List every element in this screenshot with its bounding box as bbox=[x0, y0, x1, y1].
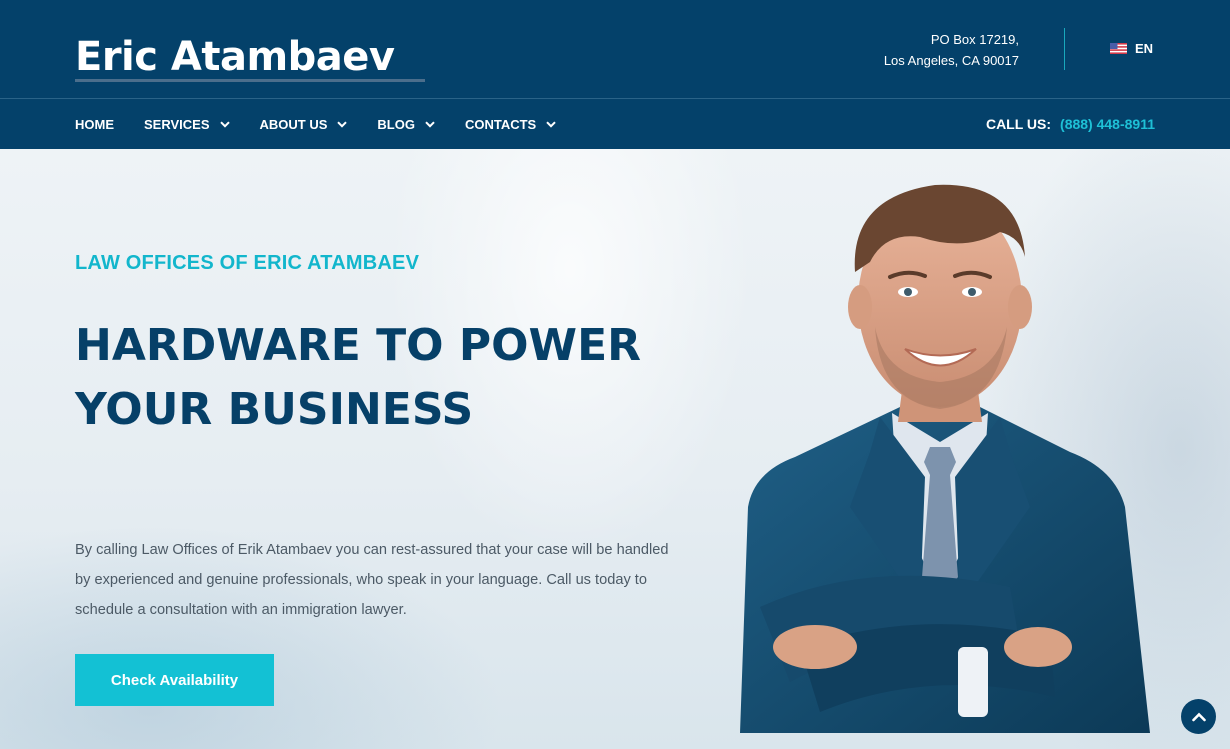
nav-item-label: BLOG bbox=[377, 116, 415, 132]
chevron-down-icon bbox=[219, 120, 230, 128]
main-nav: HOME SERVICES ABOUT US BLOG CONTACTS bbox=[75, 99, 586, 149]
chevron-up-icon bbox=[1191, 712, 1206, 721]
phone-link[interactable]: (888) 448-8911 bbox=[1060, 116, 1155, 132]
check-availability-button[interactable]: Check Availability bbox=[75, 654, 274, 706]
hero-title: HARDWARE TO POWER YOUR BUSINESS bbox=[75, 314, 695, 442]
hero-description: By calling Law Offices of Erik Atambaev … bbox=[75, 542, 669, 618]
address-line-1: PO Box 17219, bbox=[930, 32, 1019, 47]
call-us-label: CALL US: bbox=[985, 116, 1052, 132]
site-logo[interactable]: Eric Atambaev bbox=[75, 32, 395, 82]
lawyer-portrait bbox=[740, 184, 1150, 733]
language-selector[interactable]: EN bbox=[1110, 41, 1153, 56]
scroll-to-top-button[interactable] bbox=[1181, 699, 1216, 734]
nav-item-label: HOME bbox=[75, 116, 114, 132]
nav-item-label: CONTACTS bbox=[464, 116, 537, 132]
call-us: CALL US: (888) 448-8911 bbox=[986, 99, 1155, 149]
site-header: Eric Atambaev PO Box 17219, Los Angeles,… bbox=[0, 0, 1230, 149]
top-bar: Eric Atambaev PO Box 17219, Los Angeles,… bbox=[0, 0, 1230, 99]
nav-item-services[interactable]: SERVICES bbox=[144, 117, 230, 132]
nav-item-label: SERVICES bbox=[144, 116, 210, 132]
logo-underline bbox=[75, 79, 425, 82]
hero-section: LAW OFFICES OF ERIC ATAMBAEV HARDWARE TO… bbox=[0, 149, 1230, 749]
hero-title-line-2: YOUR BUSINESS bbox=[75, 384, 474, 435]
header-divider bbox=[1064, 28, 1065, 70]
chevron-down-icon bbox=[337, 120, 348, 128]
language-label: EN bbox=[1135, 41, 1154, 56]
nav-item-contacts[interactable]: CONTACTS bbox=[465, 117, 556, 132]
nav-item-home[interactable]: HOME bbox=[75, 117, 114, 132]
address-line-2: Los Angeles, CA 90017 bbox=[883, 53, 1019, 68]
nav-item-about-us[interactable]: ABOUT US bbox=[260, 117, 348, 132]
nav-item-label: ABOUT US bbox=[259, 116, 328, 132]
hero-title-line-1: HARDWARE TO POWER bbox=[75, 320, 642, 371]
chevron-down-icon bbox=[546, 120, 556, 128]
hero-pretitle: LAW OFFICES OF ERIC ATAMBAEV bbox=[75, 252, 420, 274]
us-flag-icon bbox=[1110, 43, 1127, 54]
nav-item-blog[interactable]: BLOG bbox=[377, 117, 435, 132]
chevron-down-icon bbox=[425, 120, 435, 128]
office-address: PO Box 17219, Los Angeles, CA 90017 bbox=[884, 29, 1019, 71]
